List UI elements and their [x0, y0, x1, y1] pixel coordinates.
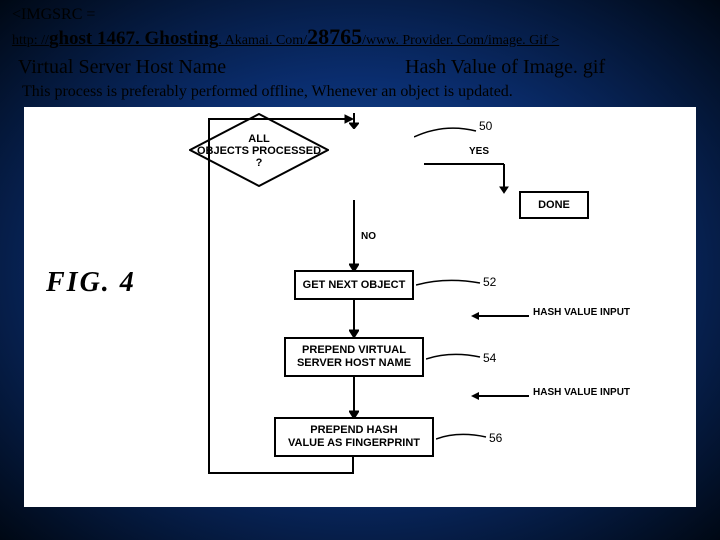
url-suffix: /www. Provider. Com/image. Gif >	[362, 33, 559, 48]
leader-52	[416, 279, 482, 289]
label-hash-value: Hash Value of Image. gif	[315, 56, 702, 79]
label-no: NO	[361, 231, 376, 242]
header-area: <IMGSRC = http: //ghost 1467. Ghosting. …	[0, 0, 720, 50]
imgsrc-tag: <IMGSRC =	[12, 6, 708, 24]
arrow-yes	[424, 159, 520, 209]
url-prefix: http: //	[12, 33, 49, 48]
label-virtual-host: Virtual Server Host Name	[18, 56, 315, 79]
arrow-hash-input-1	[469, 311, 529, 321]
leader-56	[436, 433, 488, 443]
num-50: 50	[479, 119, 492, 133]
url-host-bold: ghost 1467. Ghosting	[49, 28, 218, 49]
subnote: This process is preferably performed off…	[0, 79, 720, 107]
flowchart: ALL OBJECTS PROCESSED ? 50 YES DONE NO G…	[189, 113, 669, 503]
arrow-hash-input-2	[469, 391, 529, 401]
label-hash-input-1: HASH VALUE INPUT	[533, 307, 630, 318]
box-done: DONE	[519, 191, 589, 219]
labels-row: Virtual Server Host Name Hash Value of I…	[0, 56, 720, 79]
figure-label: FIG. 4	[46, 267, 136, 299]
diagram-panel: FIG. 4 ALL OBJECTS PROCESSED ? 50	[24, 107, 696, 507]
leader-50	[414, 127, 478, 141]
url-mid: . Akamai. Com/	[218, 33, 307, 48]
num-56: 56	[489, 431, 502, 445]
num-52: 52	[483, 275, 496, 289]
num-54: 54	[483, 351, 496, 365]
url-line: http: //ghost 1467. Ghosting. Akamai. Co…	[12, 24, 708, 50]
leader-54	[426, 353, 482, 363]
arrow-loop-back	[205, 113, 355, 483]
label-yes: YES	[469, 146, 489, 157]
url-hash-bold: 28765	[307, 24, 362, 49]
label-hash-input-2: HASH VALUE INPUT	[533, 387, 630, 398]
